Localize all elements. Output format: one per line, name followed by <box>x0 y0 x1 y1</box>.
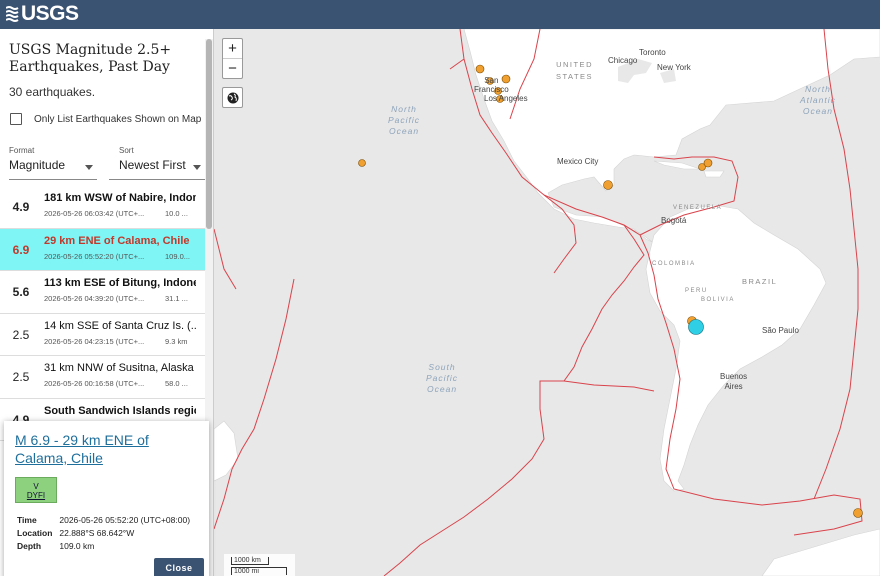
peru-label: PERU <box>685 288 708 294</box>
list-item-selected[interactable]: 6.9 29 km ENE of Calama, Chile 2026-05-2… <box>0 228 205 271</box>
list-item[interactable]: 5.6 113 km ESE of Bitung, Indonesia 2026… <box>0 271 205 314</box>
format-select[interactable]: Format Magnitude <box>9 146 97 180</box>
chevron-down-icon <box>193 165 201 170</box>
scrollbar-thumb[interactable] <box>206 39 212 229</box>
place: 31 km NNW of Susitna, Alaska <box>44 362 194 374</box>
dyfi-label: DYFI <box>26 491 46 500</box>
depth: 31.1 ... <box>165 294 188 303</box>
time: 2026-05-26 06:03:42 (UTC+... <box>44 209 145 218</box>
dyfi-badge[interactable]: V DYFI <box>15 477 57 503</box>
location-value: 22.888°S 68.642°W <box>59 528 135 538</box>
depth: 10.0 ... <box>165 209 188 218</box>
magnitude: 2.5 <box>12 370 30 384</box>
list-item[interactable]: 2.5 31 km NNW of Susitna, Alaska 2026-05… <box>0 356 205 399</box>
north-atlantic-label: North Atlantic Ocean <box>800 84 836 116</box>
place: South Sandwich Islands region <box>44 404 196 417</box>
buenos-aires-label: Buenos Aires <box>720 372 748 391</box>
depth: 109.0... <box>165 251 191 261</box>
sort-label: Sort <box>119 146 134 155</box>
new-york-label: New York <box>657 63 691 72</box>
list-item[interactable]: 4.9 181 km WSW of Nabire, Indonesia 2026… <box>0 186 205 229</box>
bolivia-label: BOLIVIA <box>701 297 735 303</box>
location-label: Location <box>17 528 53 538</box>
place: 14 km SSE of Santa Cruz Is. (... <box>44 319 196 332</box>
dyfi-level: V <box>33 482 39 491</box>
depth: 9.3 km <box>165 336 188 346</box>
logo-text: USGS <box>21 2 79 25</box>
place: 113 km ESE of Bitung, Indonesia <box>44 277 196 289</box>
depth-detail: Depth 109.0 km <box>17 541 94 551</box>
selected-quake-marker[interactable] <box>688 319 704 335</box>
location-detail: Location 22.888°S 68.642°W <box>17 528 134 538</box>
globe-glyph <box>227 92 238 104</box>
brazil-label: BRAZIL <box>742 277 778 286</box>
scale-mi: 1000 mi <box>231 567 287 575</box>
zoom-control: + − <box>222 38 243 79</box>
magnitude: 4.9 <box>12 200 30 214</box>
magnitude: 2.5 <box>12 327 30 342</box>
depth-value: 109.0 km <box>59 541 95 551</box>
quake-marker[interactable] <box>603 180 613 190</box>
list-title: USGS Magnitude 2.5+ Earthquakes, Past Da… <box>9 42 172 75</box>
time: 2026-05-26 04:39:20 (UTC+... <box>44 294 145 303</box>
only-list-label: Only List Earthquakes Shown on Map <box>34 113 202 125</box>
time-detail: Time 2026-05-26 05:52:20 (UTC+08:00) <box>17 515 190 525</box>
scale-bar: 1000 km 1000 mi <box>224 554 295 576</box>
time: 2026-05-26 00:16:58 (UTC+... <box>44 379 145 388</box>
place: 29 km ENE of Calama, Chile <box>44 234 190 247</box>
colombia-label: COLOMBIA <box>652 261 696 267</box>
only-list-checkbox[interactable] <box>10 113 22 125</box>
usgs-wave-icon <box>6 6 19 22</box>
chevron-down-icon <box>85 165 93 170</box>
sort-select[interactable]: Sort Newest First <box>109 146 205 180</box>
magnitude: 6.9 <box>12 242 30 257</box>
quake-marker[interactable] <box>358 159 366 167</box>
quake-marker[interactable] <box>703 158 713 168</box>
san-francisco-label: San Francisco <box>474 76 509 94</box>
globe-icon[interactable] <box>222 87 243 108</box>
event-title-link[interactable]: M 6.9 - 29 km ENE of Calama, Chile <box>15 431 195 467</box>
event-popup: M 6.9 - 29 km ENE of Calama, Chile V DYF… <box>4 421 209 576</box>
chicago-label: Chicago <box>608 56 638 65</box>
map-view[interactable] <box>214 29 880 576</box>
time: 2026-05-26 05:52:20 (UTC+... <box>44 251 145 261</box>
depth: 58.0 ... <box>165 379 188 388</box>
format-label: Format <box>9 146 35 155</box>
earthquake-list: 4.9 181 km WSW of Nabire, Indonesia 2026… <box>0 186 205 441</box>
only-list-toggle[interactable]: Only List Earthquakes Shown on Map <box>10 113 201 125</box>
place: 181 km WSW of Nabire, Indonesia <box>44 192 196 204</box>
mexico-city-label: Mexico City <box>557 157 599 166</box>
toronto-label: Toronto <box>639 48 666 57</box>
south-pacific-label: South Pacific Ocean <box>426 362 459 394</box>
close-button[interactable]: Close <box>154 558 204 576</box>
bogota-label: Bogotá <box>661 216 687 225</box>
los-angeles-label: Los Angeles <box>484 94 528 103</box>
quake-marker[interactable] <box>475 64 485 74</box>
quake-marker[interactable] <box>853 508 863 518</box>
format-value: Magnitude <box>9 158 66 172</box>
depth-label: Depth <box>17 541 42 551</box>
time: 2026-05-26 04:23:15 (UTC+... <box>44 336 145 346</box>
magnitude: 5.6 <box>12 285 30 299</box>
header-bar: USGS <box>0 0 880 29</box>
venezuela-label: VENEZUELA <box>673 205 723 211</box>
time-label: Time <box>17 515 37 525</box>
map-canvas[interactable] <box>214 29 880 576</box>
scale-km: 1000 km <box>231 557 269 565</box>
zoom-out-button[interactable]: − <box>223 59 242 79</box>
north-pacific-label: North Pacific Ocean <box>388 104 421 136</box>
usgs-logo[interactable]: USGS <box>6 2 79 25</box>
united-states-label: UNITED STATES <box>556 60 594 81</box>
earthquake-count: 30 earthquakes. <box>9 85 96 99</box>
zoom-in-button[interactable]: + <box>223 39 242 59</box>
sao-paulo-label: São Paulo <box>762 326 799 335</box>
time-value: 2026-05-26 05:52:20 (UTC+08:00) <box>59 515 191 525</box>
list-item[interactable]: 2.5 14 km SSE of Santa Cruz Is. (... 202… <box>0 314 205 356</box>
